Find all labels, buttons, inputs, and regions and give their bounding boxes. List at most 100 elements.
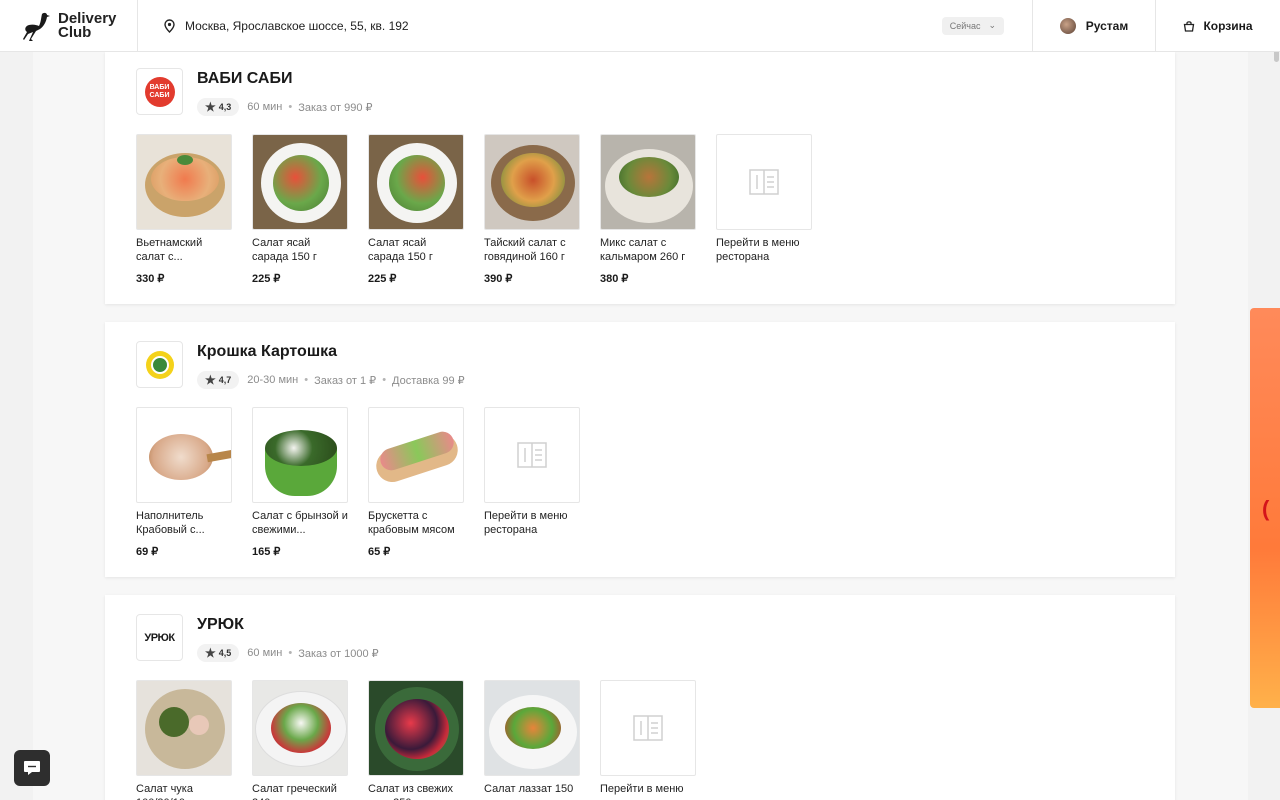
go-to-menu-link[interactable]: Перейти в меню ресторана <box>600 680 696 800</box>
dish-card[interactable]: Тайский салат с говядиной 160 г 390 ₽ <box>484 134 580 285</box>
dish-price: 225 ₽ <box>368 273 397 285</box>
dish-list: Наполнитель Крабовый с... 69 ₽ Салат с б… <box>136 407 600 558</box>
dish-image <box>484 134 580 230</box>
go-to-menu-link[interactable]: Перейти в меню ресторана <box>716 134 812 285</box>
dish-card[interactable]: Вьетнамский салат с... 330 ₽ <box>136 134 232 285</box>
menu-placeholder <box>484 407 580 503</box>
rating-badge: ★ 4,3 <box>197 98 240 116</box>
delivery-time-select[interactable]: Сейчас ⌄ <box>941 16 1004 35</box>
page-scrollbar[interactable] <box>1272 0 1280 800</box>
dish-card[interactable]: Салат лаззат 150 г <box>484 680 580 800</box>
dish-name: Салат греческий 240 г <box>252 783 337 800</box>
dish-image <box>484 680 580 776</box>
dish-image <box>368 407 464 503</box>
dish-name: Наполнитель Крабовый с... <box>136 510 205 536</box>
address-text: Москва, Ярославское шоссе, 55, кв. 192 <box>185 18 409 33</box>
dish-image <box>600 134 696 230</box>
location-pin-icon <box>164 18 175 33</box>
dish-name: Салат чука 100/30/10... <box>136 783 194 800</box>
cart-label: Корзина <box>1203 18 1253 33</box>
dish-image <box>136 134 232 230</box>
menu-link-label: Перейти в меню ресторана <box>600 783 684 800</box>
dish-card[interactable]: Брускетта с крабовым мясом 65 ₽ <box>368 407 464 558</box>
min-order: Заказ от 1000 ₽ <box>298 647 379 660</box>
dish-name: Тайский салат с говядиной 160 г <box>484 237 566 263</box>
restaurant-name[interactable]: УРЮК <box>197 615 379 635</box>
separator-dot: • <box>288 647 293 659</box>
dish-card[interactable]: Салат греческий 240 г <box>252 680 348 800</box>
support-chat-button[interactable] <box>14 750 50 786</box>
menu-placeholder <box>600 680 696 776</box>
star-icon: ★ <box>205 373 216 387</box>
uryuk-logo-text: УРЮК <box>144 631 175 644</box>
go-to-menu-link[interactable]: Перейти в меню ресторана <box>484 407 580 558</box>
rating-badge: ★ 4,5 <box>197 644 240 662</box>
dish-list: Салат чука 100/30/10... Салат греческий … <box>136 680 716 800</box>
dish-name: Микс салат с кальмаром 260 г <box>600 237 686 263</box>
dish-name: Вьетнамский салат с... <box>136 237 203 263</box>
dish-name: Брускетта с крабовым мясом <box>368 510 455 536</box>
restaurant-card[interactable]: Крошка Картошка ★ 4,7 20-30 мин • Заказ о… <box>105 322 1175 577</box>
rating-badge: ★ 4,7 <box>197 371 240 389</box>
dish-name: Салат ясай сарада 150 г <box>368 237 433 263</box>
dish-price: 390 ₽ <box>484 273 513 285</box>
dish-price: 225 ₽ <box>252 273 281 285</box>
dish-card[interactable]: Салат ясай сарада 150 г 225 ₽ <box>368 134 464 285</box>
user-menu[interactable]: Рустам <box>1033 0 1156 52</box>
menu-link-label: Перейти в меню ресторана <box>484 510 568 536</box>
dish-name: Салат лаззат 150 г <box>484 783 574 800</box>
min-order: Заказ от 990 ₽ <box>298 101 373 114</box>
separator-dot: • <box>382 374 387 386</box>
star-icon: ★ <box>205 100 216 114</box>
restaurant-name[interactable]: ВАБИ САБИ <box>197 69 373 89</box>
dish-list: Вьетнамский салат с... 330 ₽ Салат ясай … <box>136 134 832 285</box>
dish-price: 69 ₽ <box>136 546 159 558</box>
dish-card[interactable]: Наполнитель Крабовый с... 69 ₽ <box>136 407 232 558</box>
restaurant-logo: УРЮК <box>136 614 183 661</box>
menu-link-label: Перейти в меню ресторана <box>716 237 800 263</box>
restaurant-card[interactable]: УРЮК УРЮК ★ 4,5 60 мин • Заказ от 1000 ₽ … <box>105 595 1175 800</box>
separator-dot: • <box>304 374 309 386</box>
chat-bubble-icon <box>24 761 40 775</box>
delivery-time: 60 мин <box>247 101 283 113</box>
dish-card[interactable]: Салат с брынзой и свежими... 165 ₽ <box>252 407 348 558</box>
dish-name: Салат из свежих ягод 250 г <box>368 783 454 800</box>
ostrich-logo-icon <box>23 12 50 41</box>
dish-price: 330 ₽ <box>136 273 165 285</box>
promo-mark-icon: ( <box>1262 496 1270 521</box>
dish-image <box>252 407 348 503</box>
menu-book-icon <box>749 169 779 195</box>
delivery-club-logo[interactable]: Delivery Club <box>0 0 138 52</box>
dish-card[interactable]: Салат из свежих ягод 250 г <box>368 680 464 800</box>
vabi-sabi-logo-badge: ВАБИ САБИ <box>144 76 175 107</box>
dish-name: Салат с брынзой и свежими... <box>252 510 348 536</box>
delivery-fee: Доставка 99 ₽ <box>392 374 465 387</box>
dish-image <box>368 680 464 776</box>
cart-button[interactable]: Корзина <box>1156 0 1280 52</box>
min-order: Заказ от 1 ₽ <box>314 374 377 387</box>
menu-book-icon <box>633 715 663 741</box>
delivery-time: 60 мин <box>247 647 283 659</box>
restaurant-logo <box>136 341 183 388</box>
dish-image <box>252 134 348 230</box>
kroshka-logo-badge <box>145 350 174 379</box>
dish-price: 65 ₽ <box>368 546 391 558</box>
delivery-time: 20-30 мин <box>247 374 299 386</box>
restaurant-name[interactable]: Крошка Картошка <box>197 342 465 362</box>
dish-card[interactable]: Салат ясай сарада 150 г 225 ₽ <box>252 134 348 285</box>
separator-dot: • <box>288 101 293 113</box>
menu-book-icon <box>517 442 547 468</box>
top-header: Delivery Club Москва, Ярославское шоссе,… <box>0 0 1280 52</box>
menu-placeholder <box>716 134 812 230</box>
dish-card[interactable]: Микс салат с кальмаром 260 г 380 ₽ <box>600 134 696 285</box>
user-name: Рустам <box>1085 18 1129 33</box>
avatar <box>1059 17 1076 34</box>
restaurant-logo: ВАБИ САБИ <box>136 68 183 115</box>
dish-price: 165 ₽ <box>252 546 281 558</box>
delivery-time-value: Сейчас <box>949 20 981 31</box>
restaurant-card[interactable]: ВАБИ САБИ ВАБИ САБИ ★ 4,3 60 мин • Заказ … <box>105 52 1175 304</box>
dish-image <box>368 134 464 230</box>
basket-icon <box>1184 20 1195 32</box>
address-selector[interactable]: Москва, Ярославское шоссе, 55, кв. 192 С… <box>138 0 1033 52</box>
dish-card[interactable]: Салат чука 100/30/10... <box>136 680 232 800</box>
